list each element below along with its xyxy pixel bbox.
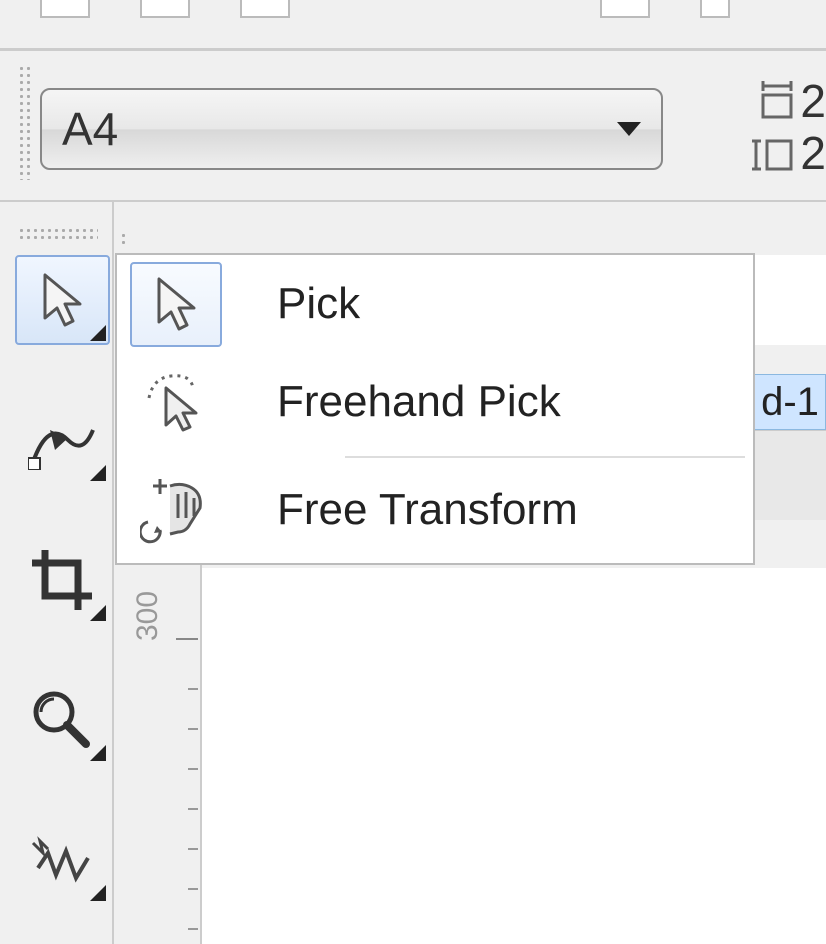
ruler-tick: [188, 848, 198, 850]
separator: [0, 48, 826, 51]
freehand-tool[interactable]: [15, 815, 110, 905]
ruler-tick: [188, 688, 198, 690]
ruler-tick: [188, 768, 198, 770]
top-toolbar-btn[interactable]: [40, 0, 90, 18]
page-width-field[interactable]: 2: [749, 75, 826, 127]
tab-bar-area: [754, 430, 826, 520]
top-toolbar-partial: [0, 0, 826, 20]
width-value-partial: 2: [800, 74, 826, 128]
separator: [0, 200, 826, 202]
height-icon: [749, 133, 794, 173]
pick-tool[interactable]: [15, 255, 110, 345]
page-height-field[interactable]: 2: [749, 127, 826, 179]
dropdown-arrow-icon: [617, 122, 641, 136]
separator: [112, 200, 114, 944]
separator: [345, 456, 745, 458]
flyout-indicator-icon: [90, 605, 106, 621]
flyout-label: Freehand Pick: [277, 377, 561, 427]
flyout-label: Pick: [277, 279, 360, 329]
flyout-item-pick[interactable]: Pick: [117, 255, 753, 353]
flyout-indicator-icon: [90, 885, 106, 901]
canvas-area[interactable]: [202, 568, 826, 944]
cursor-icon: [149, 274, 204, 334]
toolbar-grip[interactable]: [18, 65, 32, 180]
toolbox-grip[interactable]: [18, 227, 98, 241]
ruler-tick: [176, 638, 198, 640]
width-icon: [749, 81, 794, 121]
ruler-tick: [188, 808, 198, 810]
freehand-cursor-icon: [141, 370, 211, 435]
crop-tool[interactable]: [15, 535, 110, 625]
flyout-indicator-icon: [90, 325, 106, 341]
ruler-tick: [188, 928, 198, 930]
flyout-indicator-icon: [90, 465, 106, 481]
flyout-label: Free Transform: [277, 485, 578, 535]
document-tab[interactable]: d-1: [754, 374, 826, 430]
ruler-grip[interactable]: [120, 232, 127, 246]
ruler-value: 300: [131, 591, 165, 641]
toolbox: [15, 255, 110, 905]
vertical-ruler[interactable]: 300: [116, 568, 198, 944]
tab-label-partial: d-1: [761, 380, 819, 425]
free-transform-icon: [140, 476, 212, 544]
top-toolbar-btn[interactable]: [140, 0, 190, 18]
page-size-dropdown[interactable]: A4: [40, 88, 663, 170]
page-size-value: A4: [62, 102, 617, 156]
flyout-item-freehand-pick[interactable]: Freehand Pick: [117, 353, 753, 451]
flyout-indicator-icon: [90, 745, 106, 761]
page-dimensions: 2 2: [749, 75, 826, 179]
shape-tool[interactable]: [15, 395, 110, 485]
height-value-partial: 2: [800, 126, 826, 180]
top-toolbar-btn[interactable]: [700, 0, 730, 18]
top-toolbar-btn[interactable]: [240, 0, 290, 18]
top-toolbar-btn[interactable]: [600, 0, 650, 18]
flyout-item-free-transform[interactable]: Free Transform: [117, 461, 753, 559]
zoom-tool[interactable]: [15, 675, 110, 765]
ruler-tick: [188, 888, 198, 890]
pick-tool-flyout: Pick Freehand Pick Free Transform: [115, 253, 755, 565]
ruler-tick: [188, 728, 198, 730]
